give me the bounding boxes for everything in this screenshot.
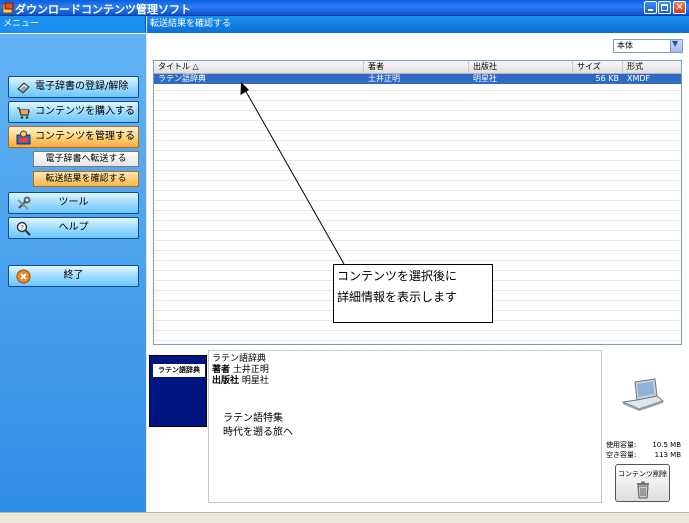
content-cover: ラテン語辞典 <box>149 355 207 427</box>
detail-author-key: 著者 <box>212 365 231 375</box>
device-select-value: 本体 <box>617 41 633 50</box>
laptop-icon <box>621 378 665 411</box>
detail-author: 著者 土井正明 <box>212 365 269 376</box>
delete-content-label: コンテンツ削除 <box>618 470 667 478</box>
dictionary-icon <box>17 82 30 94</box>
trash-icon <box>637 481 649 499</box>
sidebar-subitem-label: 転送結果を確認する <box>45 174 127 184</box>
column-header-size[interactable]: サイズ <box>573 61 623 73</box>
detail-title: ラテン語辞典 <box>212 354 267 364</box>
sidebar-item-tools[interactable]: ツール <box>8 192 139 214</box>
used-capacity-value: 10.5 MB <box>652 441 681 449</box>
minimize-button[interactable] <box>644 1 657 14</box>
column-header-publisher[interactable]: 出版社 <box>469 61 573 73</box>
sidebar-item-label: ツール <box>58 197 89 208</box>
close-button[interactable]: ✕ <box>673 1 686 14</box>
delete-content-button[interactable]: コンテンツ削除 <box>615 464 670 502</box>
detail-description-line: 時代を遡る旅へ <box>223 427 293 438</box>
maximize-icon <box>661 4 668 11</box>
sidebar-subitem-transfer-to-dictionary[interactable]: 電子辞書へ転送する <box>33 151 139 167</box>
free-capacity-value: 113 MB <box>654 451 681 459</box>
page-title: 転送結果を確認する <box>147 16 689 33</box>
used-capacity-label: 使用容量: <box>606 441 637 449</box>
cell-format: XMDF <box>627 74 651 83</box>
cell-author: 土井正明 <box>368 74 400 83</box>
cell-title: ラテン語辞典 <box>158 74 206 83</box>
sidebar-subitem-check-transfer-results[interactable]: 転送結果を確認する <box>33 171 139 187</box>
column-header-title[interactable]: タイトル △ <box>154 61 364 73</box>
sidebar-item-label: 終了 <box>63 270 84 281</box>
window-title: ダウンロードコンテンツ管理ソフト <box>15 3 191 16</box>
manage-icon <box>16 130 31 145</box>
sidebar-item-manage-content[interactable]: コンテンツを管理する <box>8 126 139 148</box>
list-header: タイトル △ 著者 出版社 サイズ 形式 <box>154 61 681 74</box>
annotation-line: 詳細情報を表示します <box>337 290 458 304</box>
maximize-button[interactable] <box>658 1 671 14</box>
cell-size: 56 KB <box>595 74 619 83</box>
detail-author-value: 土井正明 <box>232 365 269 375</box>
sidebar-item-exit[interactable]: 終了 <box>8 265 139 287</box>
used-capacity: 使用容量: 10.5 MB <box>606 440 681 450</box>
annotation-line: コンテンツを選択後に <box>337 269 458 283</box>
minimize-icon <box>648 9 653 11</box>
detail-description-line: ラテン語特集 <box>223 413 283 424</box>
sidebar-item-label: コンテンツを購入する <box>35 106 135 117</box>
free-capacity: 空き容量: 113 MB <box>606 450 681 460</box>
detail-publisher-key: 出版社 <box>212 376 240 386</box>
detail-publisher: 出版社 明星社 <box>212 376 269 387</box>
cart-icon <box>17 107 30 119</box>
sidebar-item-register-dictionary[interactable]: 電子辞書の登録/解除 <box>8 76 139 98</box>
sidebar: メニュー 電子辞書の登録/解除 コンテンツを購入する コンテンツを管理する 電子… <box>0 16 146 512</box>
chevron-down-icon[interactable]: ▼ <box>670 39 682 52</box>
column-header-format[interactable]: 形式 <box>623 61 681 73</box>
title-bar: ダウンロードコンテンツ管理ソフト ✕ <box>0 0 689 16</box>
device-select[interactable]: 本体 ▼ <box>613 39 683 53</box>
annotation-callout: コンテンツを選択後に 詳細情報を表示します <box>333 264 493 323</box>
sidebar-item-label: ヘルプ <box>58 222 89 233</box>
sidebar-item-label: コンテンツを管理する <box>35 131 135 142</box>
sidebar-header: メニュー <box>3 19 40 29</box>
free-capacity-label: 空き容量: <box>606 451 637 459</box>
sidebar-item-label: 電子辞書の登録/解除 <box>35 81 129 92</box>
sidebar-subitem-label: 電子辞書へ転送する <box>45 154 127 164</box>
close-icon: ✕ <box>675 2 684 13</box>
cover-label: ラテン語辞典 <box>153 364 205 377</box>
status-bar <box>0 512 689 523</box>
detail-publisher-value: 明星社 <box>241 376 269 386</box>
sidebar-item-help[interactable]: ? ヘルプ <box>8 217 139 239</box>
cell-publisher: 明星社 <box>473 74 497 83</box>
column-header-author[interactable]: 著者 <box>364 61 469 73</box>
table-row[interactable]: ラテン語辞典 土井正明 明星社 56 KB XMDF <box>154 74 681 84</box>
sidebar-item-buy-content[interactable]: コンテンツを購入する <box>8 101 139 123</box>
app-icon <box>2 2 14 14</box>
sidebar-panel: 電子辞書の登録/解除 コンテンツを購入する コンテンツを管理する 電子辞書へ転送… <box>0 33 146 512</box>
detail-panel: ラテン語辞典 著者 土井正明 出版社 明星社 ラテン語特集 時代を遡る旅へ <box>208 350 602 503</box>
